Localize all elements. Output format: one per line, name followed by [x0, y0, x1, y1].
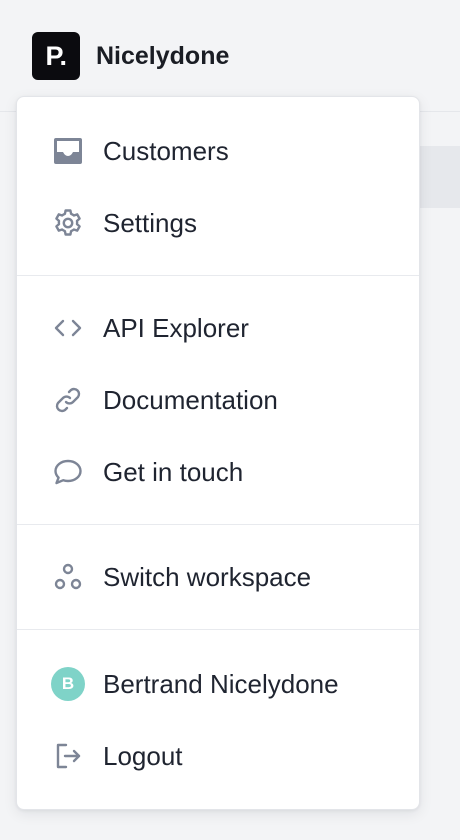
menu-group-main: Customers Settings [17, 115, 419, 275]
gear-icon [51, 206, 85, 240]
menu-item-get-in-touch[interactable]: Get in touch [17, 436, 419, 508]
menu-item-switch-workspace[interactable]: Switch workspace [17, 541, 419, 613]
menu-item-label: Logout [103, 740, 183, 771]
menu-item-customers[interactable]: Customers [17, 115, 419, 187]
menu-item-label: Documentation [103, 384, 278, 415]
workspaces-icon [51, 560, 85, 594]
avatar-initial: B [51, 667, 85, 701]
menu-item-logout[interactable]: Logout [17, 720, 419, 792]
menu-item-documentation[interactable]: Documentation [17, 364, 419, 436]
inbox-icon [51, 134, 85, 168]
menu-group-developer: API Explorer Documentation Get in touch [17, 276, 419, 524]
menu-item-label: Switch workspace [103, 561, 312, 592]
code-icon [51, 311, 85, 345]
menu-item-label: API Explorer [103, 312, 249, 343]
avatar: B [51, 667, 85, 701]
brand-name: Nicelydone [96, 41, 230, 70]
brand-logo: P. [32, 32, 80, 80]
menu-group-account: B Bertrand Nicelydone Logout [17, 630, 419, 792]
logout-icon [51, 739, 85, 773]
menu-item-label: Bertrand Nicelydone [103, 668, 339, 699]
link-icon [51, 383, 85, 417]
menu-item-label: Customers [103, 135, 229, 166]
menu-item-api-explorer[interactable]: API Explorer [17, 292, 419, 364]
chat-bubble-icon [51, 455, 85, 489]
account-dropdown-menu: Customers Settings API Explorer Document… [16, 96, 420, 810]
menu-group-workspace: Switch workspace [17, 525, 419, 629]
menu-item-label: Settings [103, 207, 197, 238]
brand[interactable]: P. Nicelydone [32, 32, 229, 80]
menu-item-profile[interactable]: B Bertrand Nicelydone [17, 648, 419, 720]
menu-item-settings[interactable]: Settings [17, 187, 419, 259]
menu-item-label: Get in touch [103, 456, 244, 487]
